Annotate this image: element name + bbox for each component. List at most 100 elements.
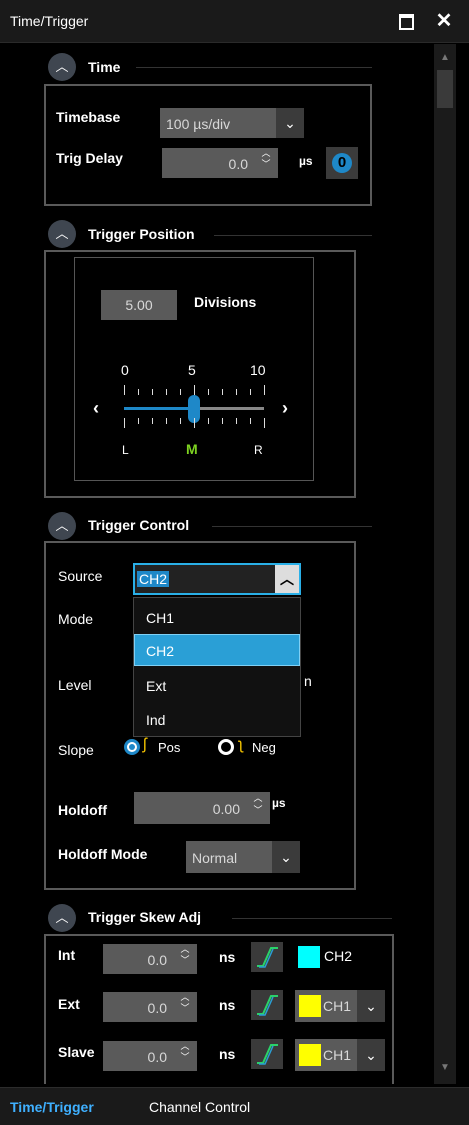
skew-row-label: Ext (58, 996, 80, 1012)
time-collapse-button[interactable]: ︿ (48, 53, 76, 81)
source-select[interactable]: CH2 ︿ (133, 563, 301, 595)
pos-label-middle: M (186, 441, 198, 457)
channel-color-swatch (299, 1044, 321, 1066)
scale-label-0: 0 (121, 362, 129, 378)
divider (212, 526, 372, 527)
time-section-title: Time (88, 59, 121, 75)
timebase-label: Timebase (56, 109, 121, 125)
title-bar: Time/Trigger ✕ (0, 0, 469, 43)
dropdown-option-ch1[interactable]: CH1 (134, 602, 300, 632)
skew-input[interactable]: 0.0 (103, 944, 173, 974)
slider-tick (194, 385, 195, 395)
skew-input[interactable]: 0.0 (103, 992, 173, 1022)
scrollbar-thumb[interactable] (437, 70, 453, 108)
trig-delay-unit: µs (299, 154, 313, 168)
slider-tick (138, 418, 139, 424)
skew-unit: ns (219, 949, 236, 965)
holdoff-mode-select[interactable]: Normal (186, 841, 272, 873)
dropdown-option-ind[interactable]: Ind (134, 704, 300, 734)
edge-waveform-icon[interactable] (251, 990, 283, 1020)
falling-edge-icon: ʅ (239, 736, 243, 753)
divisions-label: Divisions (194, 294, 257, 310)
scroll-down-arrow-icon[interactable]: ▼ (434, 1062, 456, 1073)
edge-waveform-icon[interactable] (251, 942, 283, 972)
skew-channel-select[interactable]: CH1 ⌄ (295, 990, 385, 1022)
chevron-up-icon[interactable]: ︿ (275, 565, 299, 593)
slider-track (198, 407, 264, 410)
maximize-icon (398, 14, 414, 30)
zero-delay-button[interactable]: 0 (326, 147, 358, 179)
chevron-down-icon[interactable]: ⌄ (272, 841, 300, 873)
dropdown-option-ext[interactable]: Ext (134, 670, 300, 700)
skew-stepper[interactable]: ︿ ﹀ (173, 1041, 197, 1071)
slope-pos-radio[interactable] (124, 739, 140, 755)
slider-tick (124, 418, 125, 428)
slider-tick (236, 389, 237, 395)
slider-tick (250, 418, 251, 424)
holdoff-mode-label: Holdoff Mode (58, 846, 148, 862)
close-button[interactable]: ✕ (432, 9, 456, 33)
level-unit-partial: n (304, 673, 312, 689)
bottom-tab-bar: Time/Trigger Channel Control (0, 1087, 469, 1125)
slope-label: Slope (58, 742, 94, 758)
maximize-button[interactable] (394, 9, 418, 33)
trigger-position-title: Trigger Position (88, 226, 195, 242)
source-dropdown-menu: CH1 CH2 Ext Ind (133, 597, 301, 737)
scale-label-10: 10 (250, 362, 266, 378)
divisions-input[interactable]: 5.00 (101, 290, 177, 320)
dropdown-option-ch2[interactable]: CH2 (134, 634, 300, 666)
skew-stepper[interactable]: ︿ ﹀ (173, 944, 197, 974)
tab-time-trigger[interactable]: Time/Trigger (10, 1099, 94, 1115)
slider-tick (138, 389, 139, 395)
vertical-scrollbar[interactable] (434, 44, 456, 1084)
skew-channel-select[interactable]: CH1 ⌄ (295, 1039, 385, 1071)
trigger-position-collapse-button[interactable]: ︿ (48, 220, 76, 248)
skew-unit: ns (219, 1046, 236, 1062)
chevron-down-icon[interactable]: ⌄ (357, 1039, 385, 1071)
skew-unit: ns (219, 997, 236, 1013)
tab-channel-control[interactable]: Channel Control (149, 1099, 250, 1115)
skew-input[interactable]: 0.0 (103, 1041, 173, 1071)
slider-tick (180, 418, 181, 424)
pos-label-right: R (254, 443, 263, 457)
slider-tick (250, 389, 251, 395)
skew-title: Trigger Skew Adj (88, 909, 202, 925)
slider-tick (152, 389, 153, 395)
trig-delay-input[interactable]: 0.0 (162, 148, 254, 178)
skew-row-label: Int (58, 947, 76, 963)
slider-tick (208, 418, 209, 424)
slider-tick (166, 389, 167, 395)
rising-edge-icon: ʃ (143, 736, 147, 753)
slider-tick (194, 418, 195, 428)
edge-waveform-icon[interactable] (251, 1039, 283, 1069)
skew-collapse-button[interactable]: ︿ (48, 904, 76, 932)
divider (214, 235, 372, 236)
mode-label: Mode (58, 611, 94, 627)
skew-channel: CH1 (323, 1047, 352, 1063)
holdoff-input[interactable]: 0.00 (134, 792, 246, 824)
slider-right-arrow-icon[interactable]: › (282, 398, 288, 419)
slope-neg-radio[interactable] (218, 739, 234, 755)
trigger-control-collapse-button[interactable]: ︿ (48, 512, 76, 540)
scroll-up-arrow-icon[interactable]: ▲ (434, 52, 456, 63)
chevron-down-icon[interactable]: ⌄ (276, 108, 304, 138)
skew-row-label: Slave (58, 1044, 95, 1060)
trig-delay-label: Trig Delay (56, 150, 123, 166)
skew-channel: CH2 (324, 948, 353, 964)
skew-stepper[interactable]: ︿ ﹀ (173, 992, 197, 1022)
pos-label-left: L (122, 443, 129, 457)
chevron-down-icon[interactable]: ⌄ (357, 990, 385, 1022)
scale-label-5: 5 (188, 362, 196, 378)
holdoff-unit: µs (272, 796, 286, 810)
slider-left-arrow-icon[interactable]: ‹ (93, 398, 99, 419)
holdoff-stepper[interactable]: ︿ ﹀ (246, 792, 270, 824)
slope-pos-label: Pos (158, 740, 181, 755)
slider-tick (124, 385, 125, 395)
source-label: Source (58, 568, 103, 584)
slider-tick (264, 385, 265, 395)
slider-tick (152, 418, 153, 424)
trig-delay-stepper[interactable]: ︿ ﹀ (254, 148, 278, 178)
slider-tick (264, 418, 265, 428)
timebase-select[interactable]: 100 µs/div (160, 108, 276, 138)
skew-channel: CH1 (323, 998, 352, 1014)
